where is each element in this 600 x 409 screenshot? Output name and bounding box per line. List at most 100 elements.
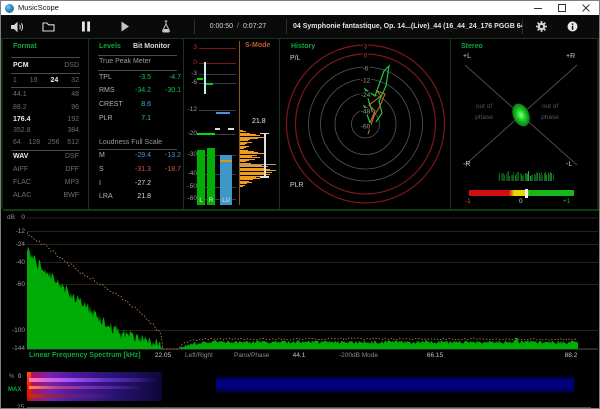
spectrogram-display: % 0 MAX [1,372,599,402]
format-rate-176: 176.4 [13,115,31,123]
levels-row-plr: PLR 7.1 [99,114,151,122]
corr-max-label: +1 [563,198,571,205]
corr-zero-label: 0 [519,198,523,205]
format-bits-1: 1 [13,77,17,84]
format-rate-96: 96 [71,103,79,111]
track-title: 04 Symphonie fantastique, Op. 14...(Live… [293,23,523,30]
musicscope-window: MusicScope 0:00:50 / 0:07:27 04 Symphoni… [0,0,600,409]
toolbar-separator-2 [286,19,287,34]
lissajous-blob [512,103,530,127]
format-dsd-512: 512 [67,139,79,146]
time-separator: / [237,23,239,30]
toolbar-separator-1 [194,19,195,34]
format-dsd: DSD [64,62,79,69]
spectrogram-ultrasonic-band [216,376,574,393]
meter-scale-label: -60 [187,194,197,202]
format-separator [11,150,80,151]
mode-200db[interactable]: -200dB Mode [339,352,378,359]
levels-panel: Levels Bit Monitor True Peak Meter TPL -… [90,39,184,209]
clipped-scale-line [27,407,591,408]
goniometer-svg [464,64,578,166]
max-marker-1 [215,127,220,130]
momentary-max-marker [216,112,230,114]
clipped-scale-label: 25 [17,404,25,409]
levels-row-i: I -27.2 [99,179,151,187]
spectrum-top-border [3,209,599,211]
format-dsf: DSF [65,153,79,160]
format-alac: ALAC [13,192,32,199]
spectrogram-streak-1 [29,378,159,382]
levels-row-tpl: TPL -3.5 -4.7 [99,73,181,81]
minimize-icon [534,8,542,9]
spectrum-ytick: -60 [15,280,25,288]
offline-analysis-button[interactable] [156,18,176,35]
out-of-phase-left: out of phase [475,103,493,121]
tab-bit-monitor[interactable]: Bit Monitor [133,43,170,50]
format-rate-384: 384 [67,127,79,134]
close-button[interactable] [574,1,598,15]
spectrum-title: Linear Frequency Spectrum [kHz] [29,352,141,359]
spectrogram-strip [27,372,576,401]
maximize-button[interactable] [550,1,574,15]
spectrum-xtick: 66.15 [426,352,444,359]
tab-levels[interactable]: Levels [99,43,121,50]
history-panel-title: History [291,43,316,50]
gear-icon [535,21,547,32]
levels-row-s: S -31.3 -18.7 [99,166,181,173]
format-rate-192: 192 [67,115,79,123]
format-mp3: MP3 [64,179,79,186]
meter-scale-label: -20 [187,129,197,137]
levels-row-rms: RMS -34.2 -30.1 [99,87,181,94]
corner-minus-r: -R [463,161,471,168]
meter-scale-label: -6 [191,78,197,86]
window-title: MusicScope [18,3,59,12]
meter-scale-label: 3 [193,44,197,51]
spectrum-xtick: 88.2 [564,352,578,359]
corner-plus-l: +L [463,53,471,60]
tpl-hold-right [206,83,213,85]
analysis-panels: Format PCM DSD 1 16 24 32 44.1 48 88.2 9… [1,38,599,209]
meter-bar-lu-label: LU [222,198,230,204]
volume-button[interactable] [7,18,27,35]
mode-pano-phase[interactable]: Pano/Phase [234,352,269,359]
info-button[interactable] [562,18,582,35]
minimize-button[interactable] [526,1,550,15]
play-button[interactable] [115,18,135,35]
max-marker-2 [228,127,234,130]
format-wav: WAV [13,153,29,160]
s-mode-label[interactable]: S-Mode [245,42,270,49]
open-file-button[interactable] [38,18,58,35]
meter-panel: 3 0 -3-6 -12 -20 -30 -40 -50 -60 L R LU [184,39,280,209]
spectrogram-streak-2 [29,386,144,389]
levels-separator [98,70,177,71]
spectrum-svg [3,209,599,350]
history-pl-label: P/L [290,55,301,62]
folder-icon [41,22,55,32]
speaker-icon [11,21,24,32]
flask-icon [162,20,170,33]
true-peak-meter-header: True Peak Meter [99,58,151,65]
mode-left-right[interactable]: Left/Right [185,352,213,359]
history-ring-label: -6 [363,66,369,73]
pause-button[interactable] [76,18,96,35]
lra-value-label: 21.8 [252,118,266,125]
levels-row-m: M -29.4 -13.2 [99,152,181,159]
format-dsd-256: 256 [47,139,60,146]
format-dff: DFF [65,166,79,173]
integrated-loudness-marker [239,164,276,165]
loudness-histogram [240,130,280,190]
history-ring-label: -48 [361,109,371,116]
history-plr-label: PLR [290,182,304,189]
meter-scale-label: -50 [187,182,197,190]
spectrum-xtick: 22.05 [154,352,172,359]
history-ring-label: -12 [361,78,371,85]
time-total: 0:07:27 [242,23,267,30]
history-svg: 3 0 -6 -12 -24 -48 -60 [285,42,446,204]
tpl-hold-left [196,77,203,80]
settings-button[interactable] [531,18,551,35]
history-ring-label: 0 [364,53,368,60]
format-panel: Format PCM DSD 1 16 24 32 44.1 48 88.2 9… [3,39,89,209]
spectrum-xtick: 44.1 [292,352,306,359]
correlation-barcode [498,171,554,181]
titlebar: MusicScope [1,1,599,15]
